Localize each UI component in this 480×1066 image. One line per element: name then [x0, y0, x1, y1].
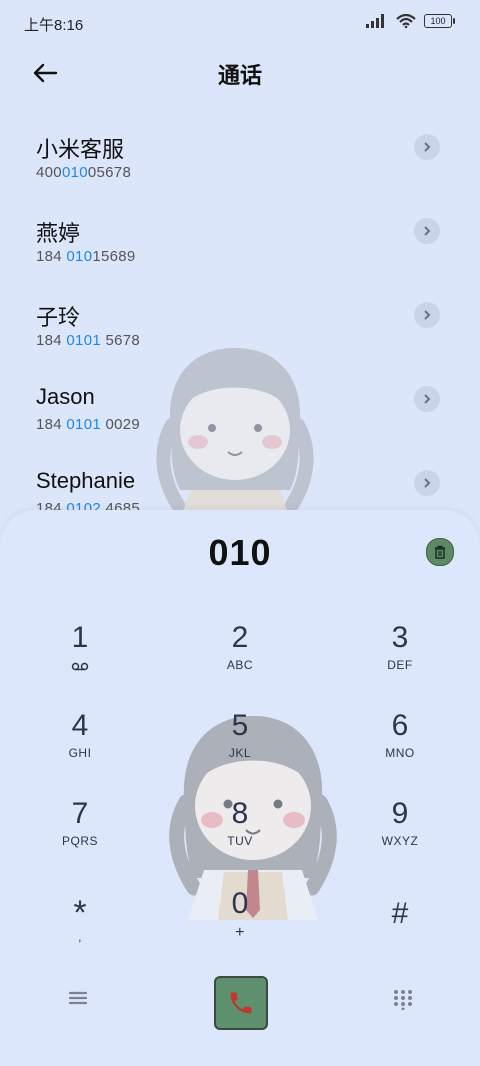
key-0[interactable]: 0 + [180, 886, 300, 966]
contact-row[interactable]: 小米客服 40001005678 [0, 120, 480, 204]
contact-number: 184 01015689 [36, 248, 136, 265]
contact-number: 184 0101 0029 [36, 416, 141, 433]
status-bar: 上午8:16 100 [0, 0, 480, 44]
contact-name: 燕婷 [36, 221, 81, 246]
key-5[interactable]: 5 JKL [180, 708, 300, 788]
chevron-right-icon [424, 310, 431, 320]
status-icons: 100 [366, 14, 455, 28]
status-time: 上午8:16 [24, 17, 84, 34]
key-3[interactable]: 3 DEF [340, 620, 460, 700]
battery-icon: 100 [424, 14, 455, 28]
contact-detail-button[interactable] [414, 386, 440, 412]
key-1[interactable]: 1 [20, 620, 140, 700]
header: 通话 [0, 48, 480, 98]
chevron-right-icon [424, 142, 431, 152]
dialed-number[interactable]: 010 [0, 532, 480, 574]
signal-icon [366, 14, 384, 28]
keypad-toggle-button[interactable] [392, 988, 414, 1011]
phone-icon [230, 992, 252, 1014]
bottom-bar [0, 966, 480, 1030]
chevron-right-icon [424, 394, 431, 404]
page-title: 通话 [217, 63, 262, 88]
contact-row[interactable]: 燕婷 184 01015689 [0, 204, 480, 288]
menu-button[interactable] [64, 988, 92, 1008]
key-7[interactable]: 7 PQRS [20, 796, 140, 876]
contact-number: 40001005678 [36, 164, 132, 181]
contact-detail-button[interactable] [414, 218, 440, 244]
contact-detail-button[interactable] [414, 134, 440, 160]
contact-name: Jason [36, 384, 95, 409]
girl-illustration [156, 348, 314, 520]
call-button[interactable] [214, 976, 268, 1030]
wifi-icon [396, 14, 416, 28]
voicemail-icon [71, 662, 89, 671]
key-8[interactable]: 8 TUV [180, 796, 300, 876]
chevron-right-icon [424, 478, 431, 488]
key-hash[interactable]: # [340, 896, 460, 976]
key-4[interactable]: 4 GHI [20, 708, 140, 788]
delete-button[interactable] [426, 538, 454, 566]
key-9[interactable]: 9 WXYZ [340, 796, 460, 876]
delete-icon [435, 545, 445, 559]
chevron-right-icon [424, 226, 431, 236]
contact-name: Stephanie [36, 468, 136, 493]
contact-name: 子玲 [36, 305, 81, 330]
contact-detail-button[interactable] [414, 470, 440, 496]
contact-number: 184 0101 5678 [36, 332, 141, 349]
menu-icon [68, 991, 88, 1005]
contact-name: 小米客服 [36, 137, 125, 162]
key-2[interactable]: 2 ABC [180, 620, 300, 700]
contact-detail-button[interactable] [414, 302, 440, 328]
key-6[interactable]: 6 MNO [340, 708, 460, 788]
keypad-icon [394, 990, 412, 1011]
